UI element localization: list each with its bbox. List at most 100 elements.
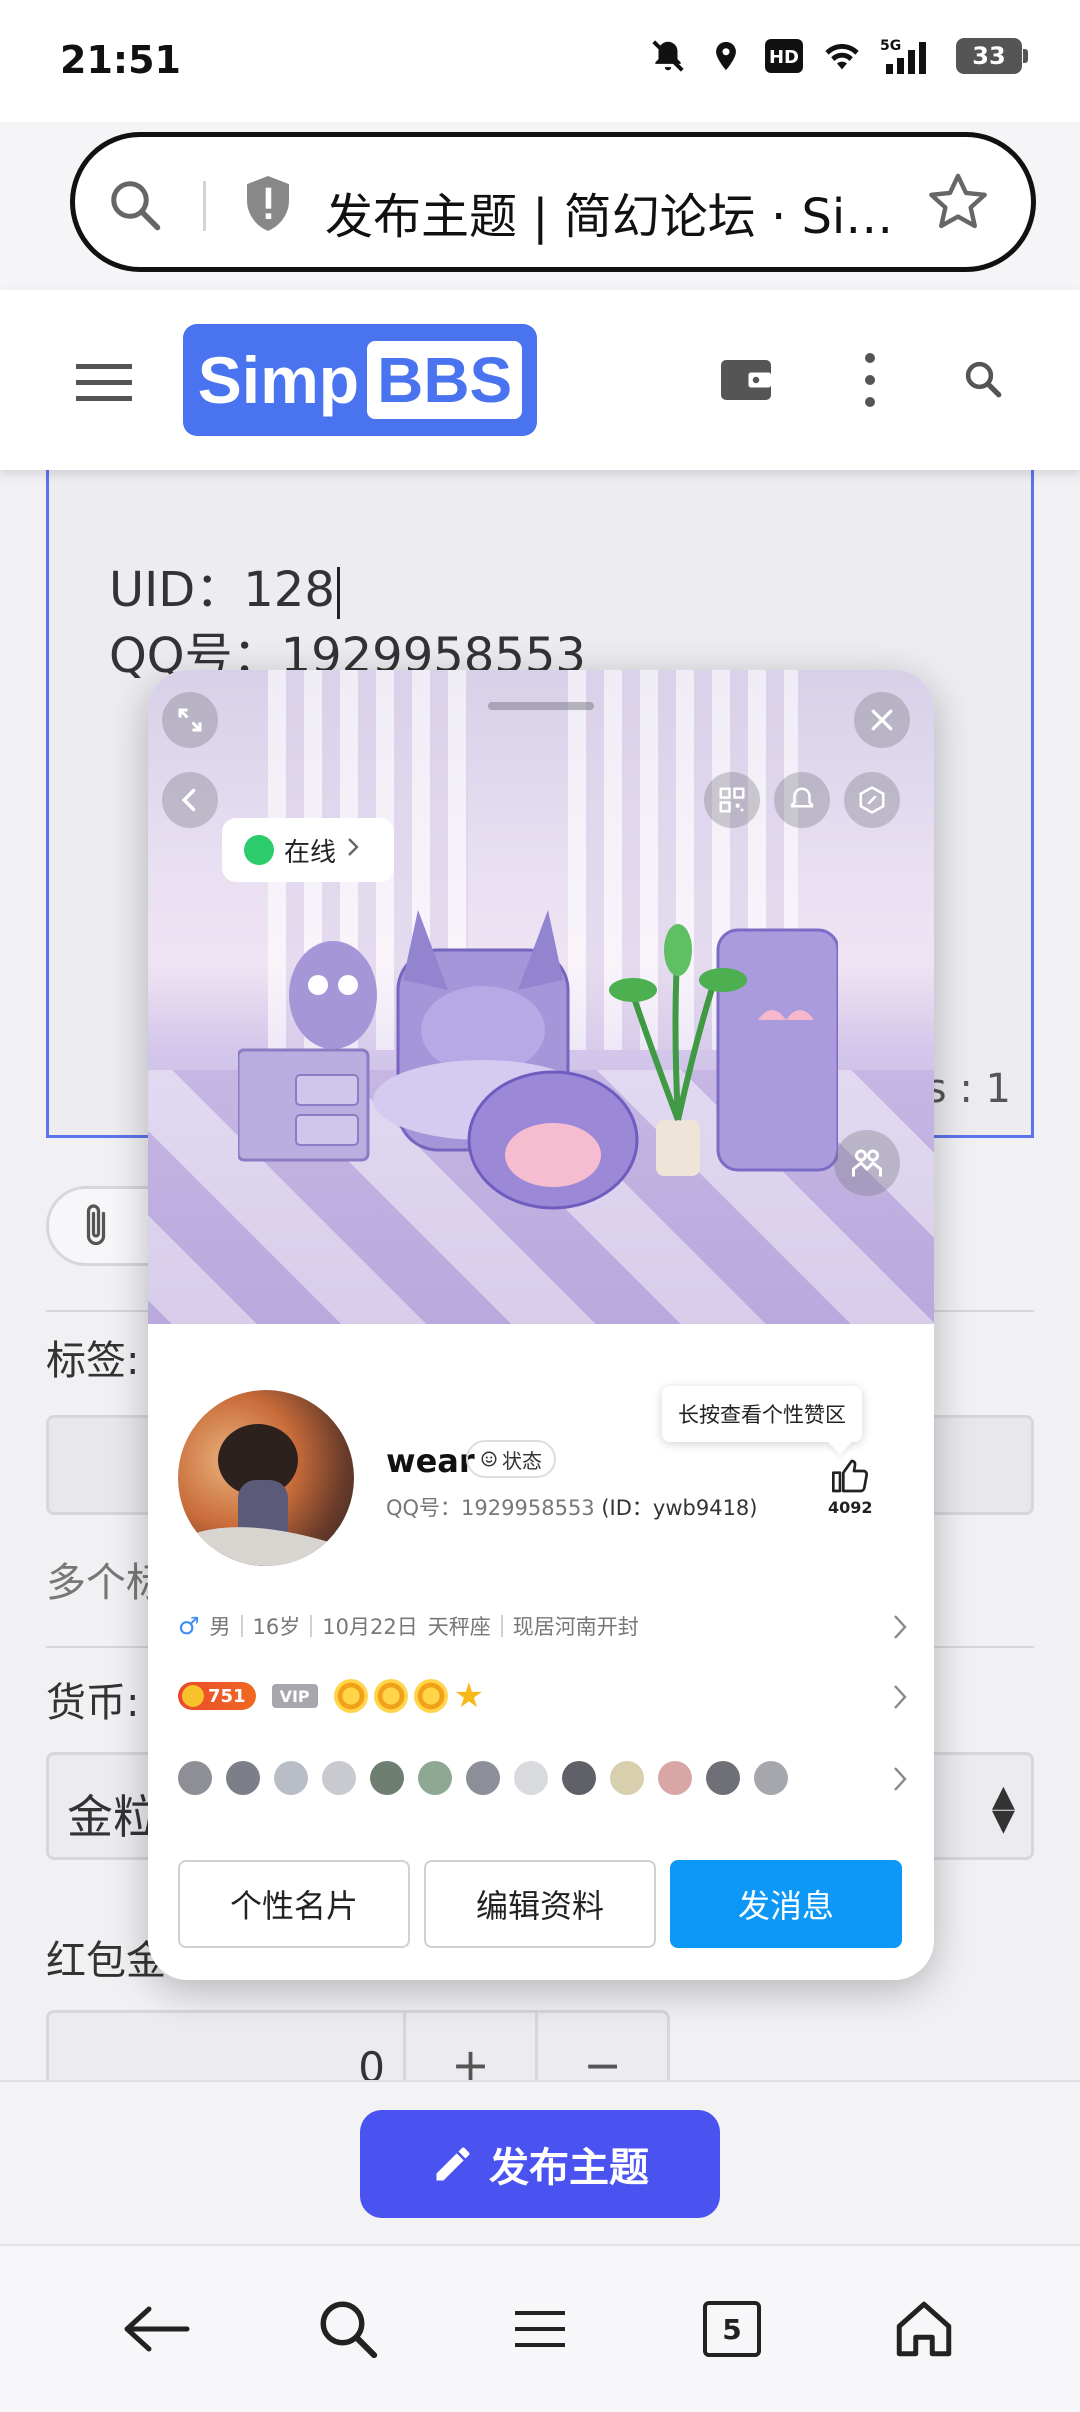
chevron-right-icon — [346, 835, 360, 865]
address-bar[interactable]: 发布主题 | 简幻论坛 · Si… — [70, 132, 1036, 272]
logo-text-simp: Simp — [197, 343, 360, 417]
male-icon: ♂ — [178, 1612, 200, 1640]
site-search-icon[interactable] — [962, 358, 1004, 404]
room-furniture-illustration — [238, 910, 838, 1210]
badge-icon — [466, 1761, 500, 1795]
thumbs-up-icon — [832, 1459, 869, 1493]
more-vertical-icon[interactable] — [860, 350, 880, 414]
battery-icon: 33 — [956, 38, 1028, 74]
badges-row[interactable] — [178, 1748, 908, 1808]
tabs-button[interactable]: 5 — [682, 2279, 782, 2379]
badge-icon — [562, 1761, 596, 1795]
edit-profile-button[interactable]: 编辑资料 — [424, 1860, 656, 1948]
separator — [310, 1615, 313, 1637]
qr-code-icon[interactable] — [704, 772, 760, 828]
qq-info: QQ号：1929958553 (ID：ywb9418) — [386, 1492, 758, 1522]
editor-line-uid[interactable]: UID：128 — [109, 550, 340, 620]
text-caret — [336, 567, 340, 619]
back-arrow-icon[interactable] — [106, 2279, 206, 2379]
badge-icon — [754, 1761, 788, 1795]
badge-icon — [706, 1761, 740, 1795]
back-icon[interactable] — [162, 772, 218, 828]
currency-label: 货币: — [46, 1680, 140, 1726]
birthday: 10月22日 — [322, 1615, 418, 1639]
chevron-right-icon — [892, 1682, 908, 1716]
level-icons: ★ — [333, 1676, 485, 1716]
close-icon[interactable] — [854, 692, 910, 748]
wallet-icon[interactable] — [716, 350, 776, 414]
battery-level: 33 — [972, 42, 1006, 70]
expand-icon[interactable] — [162, 692, 218, 748]
network-text: 5G — [880, 38, 901, 54]
bookmark-star-icon[interactable] — [925, 169, 991, 239]
browser-bottom-nav: 5 — [0, 2244, 1080, 2412]
location: 现居河南开封 — [512, 1615, 639, 1639]
user-id: (ID：ywb9418) — [601, 1496, 758, 1520]
editor-uid-text: UID：128 — [109, 562, 335, 618]
state-label: 状态 — [502, 1448, 542, 1473]
select-arrows-icon: ▲ ▼ — [991, 1779, 1015, 1838]
sun-icon — [413, 1679, 448, 1713]
hd-icon: HD — [764, 36, 804, 76]
address-divider — [203, 181, 206, 231]
publish-label: 发布主题 — [489, 2145, 649, 2191]
site-logo[interactable]: Simp BBS — [183, 324, 537, 436]
currency-value: 金粒 — [67, 1790, 159, 1844]
nav-search-icon[interactable] — [298, 2279, 398, 2379]
browser-toolbar: 发布主题 | 简幻论坛 · Si… — [0, 122, 1080, 290]
online-status-text: 在线 — [284, 837, 337, 868]
nav-menu-icon[interactable] — [490, 2279, 590, 2379]
basic-info-row[interactable]: ♂ 男 16岁 10月22日 天秤座 现居河南开封 — [178, 1596, 908, 1656]
hexagon-settings-icon[interactable] — [844, 772, 900, 828]
paperclip-icon — [86, 1204, 106, 1246]
send-message-button[interactable]: 发消息 — [670, 1860, 902, 1948]
tab-count: 5 — [703, 2301, 761, 2357]
badge-icon — [322, 1761, 356, 1795]
profile-info: 长按查看个性赞区 wear 状态 QQ号：1929958553 (ID：ywb9… — [148, 1324, 934, 1980]
badge-icon — [370, 1761, 404, 1795]
tag-label: 标签: — [46, 1338, 140, 1384]
zodiac: 天秤座 — [427, 1615, 491, 1639]
signal-5g-icon: 5G — [880, 36, 938, 76]
qq-number: QQ号：1929958553 — [386, 1496, 595, 1520]
avatar[interactable] — [178, 1390, 354, 1566]
security-shield-icon[interactable] — [240, 173, 296, 239]
logo-text-bbs: BBS — [367, 341, 523, 419]
hd-text: HD — [769, 47, 799, 68]
sun-icon — [373, 1679, 408, 1713]
room-scene-image: 在线 — [148, 670, 934, 1324]
state-button[interactable]: 状态 — [466, 1440, 556, 1478]
online-status-pill[interactable]: 在线 — [222, 818, 394, 882]
profile-card-button[interactable]: 个性名片 — [178, 1860, 410, 1948]
badge-icon — [658, 1761, 692, 1795]
drag-handle[interactable] — [488, 702, 594, 710]
profile-actions: 个性名片 编辑资料 发消息 — [178, 1860, 902, 1948]
search-icon[interactable] — [105, 175, 165, 239]
level-row[interactable]: 751 VIP ★ — [178, 1666, 908, 1726]
mute-bell-icon — [648, 36, 688, 76]
site-header: Simp BBS — [0, 290, 1080, 470]
vip-badge: VIP — [271, 1684, 318, 1708]
page-title-in-url[interactable]: 发布主题 | 简幻论坛 · Si… — [325, 177, 915, 247]
separator — [500, 1615, 503, 1637]
outfit-icon[interactable] — [834, 1130, 900, 1196]
sun-icon — [333, 1679, 368, 1713]
badge-icon — [178, 1761, 212, 1795]
level-value: 751 — [208, 1685, 246, 1707]
wifi-icon — [822, 36, 862, 76]
badge-icon — [226, 1761, 260, 1795]
star-icon: ★ — [453, 1676, 485, 1716]
publish-button[interactable]: 发布主题 — [360, 2110, 720, 2218]
like-count: 4092 — [828, 1498, 873, 1517]
smile-icon — [481, 1451, 497, 1467]
like-button[interactable]: 4092 — [828, 1456, 873, 1517]
status-icons: HD 5G 33 — [648, 36, 1028, 76]
publish-bar: 发布主题 — [0, 2080, 1080, 2244]
badge-icon — [514, 1761, 548, 1795]
menu-icon[interactable] — [76, 362, 132, 408]
age: 16岁 — [252, 1615, 301, 1639]
chevron-right-icon — [892, 1612, 908, 1646]
notification-bell-icon[interactable] — [774, 772, 830, 828]
like-tooltip: 长按查看个性赞区 — [662, 1386, 862, 1442]
home-icon[interactable] — [874, 2279, 974, 2379]
